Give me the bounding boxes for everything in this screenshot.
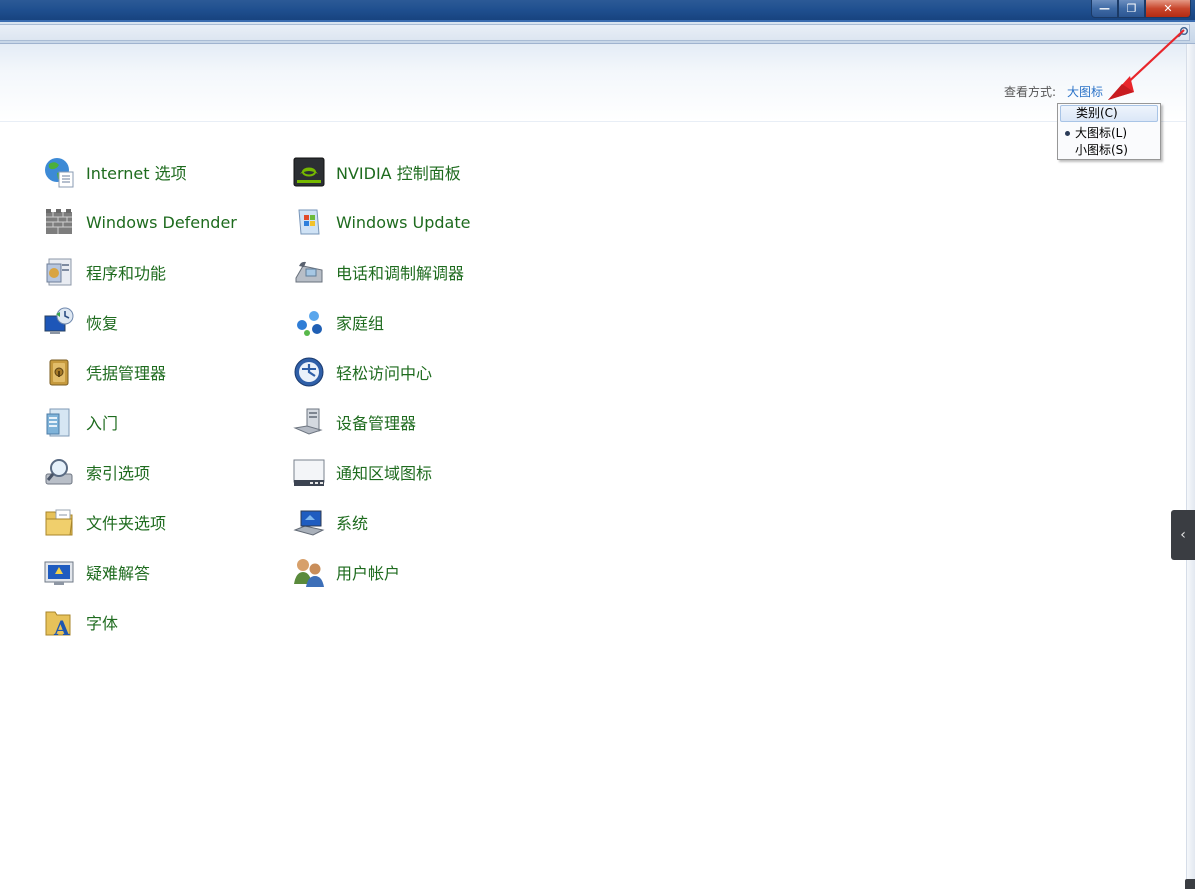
item-recovery[interactable]: 恢复	[43, 305, 118, 339]
item-programs-features[interactable]: 程序和功能	[43, 255, 166, 289]
menu-item-category[interactable]: 类别(C)	[1060, 105, 1158, 122]
folder-options-icon	[45, 509, 73, 536]
item-label: NVIDIA 控制面板	[336, 164, 461, 183]
item-phone-modem[interactable]: 电话和调制解调器	[293, 255, 464, 289]
item-label: 程序和功能	[86, 264, 167, 283]
item-label: 轻松访问中心	[336, 364, 433, 383]
nvidia-icon	[293, 157, 325, 187]
phone-modem-icon	[295, 261, 323, 283]
item-credential-manager[interactable]: 凭据管理器	[43, 355, 166, 389]
item-ease-of-access[interactable]: 轻松访问中心	[293, 355, 432, 389]
system-icon	[293, 510, 325, 536]
item-label: Internet 选项	[86, 164, 187, 183]
menu-item-large-icons[interactable]: 大图标(L)	[1060, 125, 1158, 142]
view-by-label: 查看方式:	[1004, 85, 1057, 99]
item-label: 恢复	[86, 314, 119, 333]
indexing-magnifier-icon	[45, 459, 73, 485]
item-label: Windows Update	[336, 212, 471, 232]
view-by-dropdown[interactable]: 大图标	[1067, 83, 1103, 100]
programs-features-icon	[46, 258, 72, 286]
device-manager-icon	[293, 408, 323, 435]
defender-wall-icon	[46, 209, 72, 234]
item-getting-started[interactable]: 入门	[43, 405, 118, 439]
item-label: 电话和调制解调器	[336, 264, 465, 283]
corner-handle	[1185, 879, 1195, 889]
item-windows-update[interactable]: Windows Update	[293, 205, 470, 239]
item-indexing-options[interactable]: 索引选项	[43, 455, 150, 489]
close-button[interactable]: ✕	[1145, 0, 1191, 18]
item-label: 用户帐户	[336, 564, 401, 583]
item-user-accounts[interactable]: 用户帐户	[293, 555, 400, 589]
fonts-icon: A	[45, 611, 71, 638]
item-notification-area-icons[interactable]: 通知区域图标	[293, 455, 432, 489]
window-controls: — ❐ ✕	[1091, 0, 1191, 18]
credential-vault-icon	[49, 359, 69, 386]
item-label: 通知区域图标	[336, 464, 433, 483]
item-label: 索引选项	[86, 464, 151, 483]
item-folder-options[interactable]: 文件夹选项	[43, 505, 166, 539]
minimize-icon: —	[1099, 2, 1110, 15]
troubleshooting-icon	[44, 561, 74, 585]
homegroup-icon	[297, 311, 322, 336]
item-device-manager[interactable]: 设备管理器	[293, 405, 416, 439]
item-label: 家庭组	[336, 314, 385, 333]
ease-of-access-icon	[294, 357, 324, 387]
address-input[interactable]	[0, 24, 1190, 41]
item-nvidia-control-panel[interactable]: NVIDIA 控制面板	[293, 155, 461, 189]
getting-started-icon	[46, 408, 70, 437]
item-windows-defender[interactable]: Windows Defender	[43, 205, 237, 239]
notification-area-icon	[293, 459, 325, 486]
restore-button[interactable]: ❐	[1118, 0, 1145, 18]
item-label: Windows Defender	[86, 212, 237, 232]
view-by-menu: 类别(C) 大图标(L) 小图标(S)	[1057, 103, 1161, 160]
item-label: 凭据管理器	[86, 364, 167, 383]
item-label: 字体	[86, 614, 119, 633]
restore-icon: ❐	[1126, 2, 1137, 15]
item-fonts[interactable]: A 字体	[43, 605, 118, 639]
search-icon[interactable]	[1177, 26, 1189, 38]
menu-item-label: 类别(C)	[1076, 106, 1118, 120]
item-label: 疑难解答	[86, 564, 151, 583]
item-label: 设备管理器	[336, 414, 417, 433]
item-homegroup[interactable]: 家庭组	[293, 305, 384, 339]
item-internet-options[interactable]: Internet 选项	[43, 155, 187, 189]
svg-text:A: A	[53, 616, 70, 638]
radio-bullet-icon	[1065, 131, 1070, 136]
internet-globe-icon	[45, 158, 74, 188]
item-label: 系统	[336, 514, 369, 533]
item-label: 文件夹选项	[86, 514, 167, 533]
menu-item-label: 大图标(L)	[1075, 126, 1128, 140]
recovery-icon	[44, 307, 74, 334]
menu-item-small-icons[interactable]: 小图标(S)	[1060, 142, 1158, 159]
side-panel-toggle[interactable]: ‹	[1171, 510, 1195, 560]
item-system[interactable]: 系统	[293, 505, 368, 539]
chevron-left-icon: ‹	[1180, 527, 1186, 543]
right-scroll-edge	[1186, 44, 1195, 889]
close-icon: ✕	[1163, 2, 1173, 15]
minimize-button[interactable]: —	[1091, 0, 1118, 18]
address-bar	[0, 22, 1195, 44]
user-accounts-icon	[294, 559, 324, 587]
title-bar: — ❐ ✕	[0, 0, 1195, 22]
windows-update-icon	[298, 209, 320, 235]
menu-item-label: 小图标(S)	[1075, 143, 1128, 157]
item-label: 入门	[86, 414, 119, 433]
item-troubleshooting[interactable]: 疑难解答	[43, 555, 150, 589]
